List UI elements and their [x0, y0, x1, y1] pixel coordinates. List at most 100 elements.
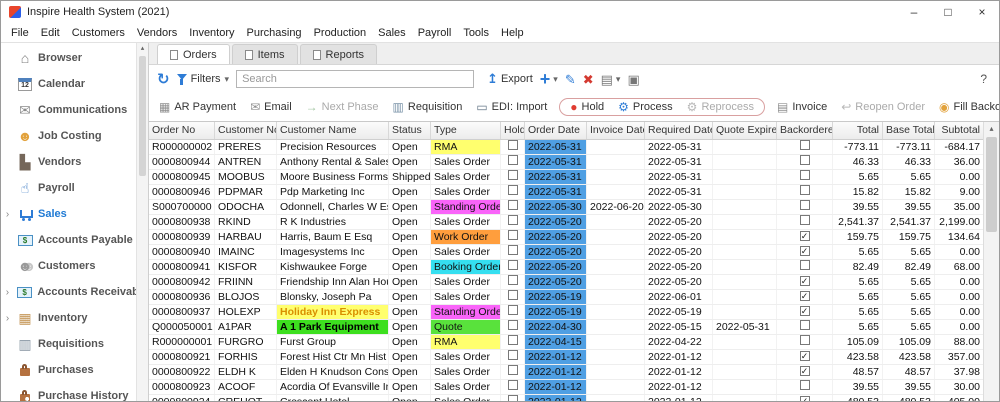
sidebar-scrollbar[interactable]: ▴	[136, 43, 148, 401]
sidebar-item-job-costing[interactable]: ☻ Job Costing	[1, 123, 148, 149]
backordered-checkbox[interactable]	[799, 276, 810, 286]
copy-button[interactable]: ▣	[627, 73, 639, 86]
tab-orders[interactable]: Orders	[157, 44, 230, 64]
backordered-checkbox[interactable]	[799, 246, 810, 256]
hold-checkbox[interactable]	[507, 215, 518, 225]
add-dropdown-caret[interactable]: ▾	[553, 74, 558, 85]
print-dropdown-caret[interactable]: ▾	[616, 74, 621, 85]
hold-checkbox[interactable]	[507, 350, 518, 360]
table-row[interactable]: Q000050001 A1PAR A 1 Park Equipment Open Quo…	[149, 320, 984, 335]
refresh-button[interactable]: ↻	[157, 72, 170, 87]
backordered-checkbox[interactable]	[799, 170, 810, 180]
table-row[interactable]: 0000800921 FORHIS Forest Hist Ctr Mn Hist …	[149, 350, 984, 365]
table-row[interactable]: 0000800936 BLOJOS Blonsky, Joseph Pa Open Sa…	[149, 290, 984, 305]
menu-sales[interactable]: Sales	[372, 25, 412, 41]
sidebar-item-purchases[interactable]: Purchases	[1, 357, 148, 383]
column-header-backordered[interactable]: Backordered	[777, 122, 833, 139]
menu-help[interactable]: Help	[495, 25, 530, 41]
minimize-button[interactable]: –	[897, 1, 931, 23]
menu-payroll[interactable]: Payroll	[412, 25, 458, 41]
menu-file[interactable]: File	[5, 25, 35, 41]
print-button[interactable]: ▤	[601, 73, 613, 86]
table-row[interactable]: 0000800946 PDPMAR Pdp Marketing Inc Open Sal…	[149, 185, 984, 200]
maximize-button[interactable]: □	[931, 1, 965, 23]
add-button[interactable]: +	[540, 70, 551, 88]
hold-checkbox[interactable]	[507, 230, 518, 240]
menu-edit[interactable]: Edit	[35, 25, 66, 41]
column-header-order-no[interactable]: Order No	[149, 122, 215, 139]
scroll-up-icon[interactable]: ▴	[984, 122, 999, 136]
table-row[interactable]: R000000002 PRERES Precision Resources Open R…	[149, 140, 984, 155]
backordered-checkbox[interactable]	[799, 200, 810, 210]
hold-checkbox[interactable]	[507, 260, 518, 270]
sidebar-item-inventory[interactable]: › ▦ Inventory	[1, 305, 148, 331]
hold-checkbox[interactable]	[507, 320, 518, 330]
edi-import-button[interactable]: ▭ EDI: Import	[476, 101, 547, 113]
column-header-hold[interactable]: Hold	[501, 122, 525, 139]
table-row[interactable]: 0000800923 ACOOF Acordia Of Evansville Inc…	[149, 380, 984, 395]
sidebar-item-browser[interactable]: ⌂ Browser	[1, 45, 148, 71]
table-row[interactable]: 0000800938 RKIND R K Industries Open Sales O…	[149, 215, 984, 230]
process-button[interactable]: ⚙ Process	[618, 101, 673, 113]
chevron-right-icon[interactable]: ›	[3, 209, 12, 220]
reopen-order-button[interactable]: ↩ Reopen Order	[841, 101, 925, 113]
table-row[interactable]: S000700000 ODOCHA Odonnell, Charles W Esq O…	[149, 200, 984, 215]
backordered-checkbox[interactable]	[799, 306, 810, 316]
chevron-right-icon[interactable]: ›	[3, 313, 12, 324]
table-row[interactable]: 0000800924CREHOTCrescent HotelOpenSales …	[149, 395, 984, 401]
close-button[interactable]: ×	[965, 1, 999, 23]
tab-items[interactable]: Items	[231, 44, 298, 64]
sidebar-item-accounts-receivable[interactable]: › $ Accounts Receivable	[1, 279, 148, 305]
edit-button[interactable]: ✎	[565, 73, 576, 86]
hold-checkbox[interactable]	[507, 200, 518, 210]
hold-checkbox[interactable]	[507, 290, 518, 300]
hold-checkbox[interactable]	[507, 245, 518, 255]
column-header-invoice-date[interactable]: Invoice Date	[587, 122, 645, 139]
backordered-checkbox[interactable]	[799, 291, 810, 301]
sidebar-item-requisitions[interactable]: ▥ Requisitions	[1, 331, 148, 357]
table-row[interactable]: 0000800937 HOLEXP Holiday Inn Express Open S…	[149, 305, 984, 320]
sidebar-item-purchase-history[interactable]: Purchase History	[1, 383, 148, 401]
column-header-customer-no[interactable]: Customer No.	[215, 122, 277, 139]
column-header-quote-expires[interactable]: Quote Expires	[713, 122, 777, 139]
search-input[interactable]	[236, 70, 475, 88]
backordered-checkbox[interactable]	[799, 351, 810, 361]
backordered-checkbox[interactable]	[799, 320, 810, 330]
table-row[interactable]: 0000800940 IMAINC Imagesystems Inc Open Sale…	[149, 245, 984, 260]
column-header-type[interactable]: Type	[431, 122, 501, 139]
hold-button[interactable]: ● Hold	[570, 101, 604, 113]
hold-checkbox[interactable]	[507, 140, 518, 150]
export-button[interactable]: ↥ Export	[487, 71, 533, 87]
sidebar-item-calendar[interactable]: 12 Calendar	[1, 71, 148, 97]
backordered-checkbox[interactable]	[799, 185, 810, 195]
hold-checkbox[interactable]	[507, 395, 518, 401]
tab-reports[interactable]: Reports	[299, 44, 378, 64]
vertical-scrollbar[interactable]: ▴	[983, 122, 999, 401]
backordered-checkbox[interactable]	[799, 396, 810, 401]
ar-payment-button[interactable]: ▦ AR Payment	[159, 101, 236, 113]
help-button[interactable]: ?	[980, 72, 991, 86]
menu-vendors[interactable]: Vendors	[131, 25, 183, 41]
email-button[interactable]: ✉ Email	[250, 101, 292, 113]
column-header-total[interactable]: Total	[833, 122, 883, 139]
backordered-checkbox[interactable]	[799, 155, 810, 165]
column-header-base-total[interactable]: Base Total	[883, 122, 935, 139]
hold-checkbox[interactable]	[507, 335, 518, 345]
hold-checkbox[interactable]	[507, 185, 518, 195]
backordered-checkbox[interactable]	[799, 140, 810, 150]
sidebar-item-vendors[interactable]: ▙ Vendors	[1, 149, 148, 175]
table-row[interactable]: 0000800922ELDH KElden H Knudson Constrct…	[149, 365, 984, 380]
backordered-checkbox[interactable]	[799, 335, 810, 345]
table-row[interactable]: 0000800945 MOOBUS Moore Business Forms Ship…	[149, 170, 984, 185]
backordered-checkbox[interactable]	[799, 231, 810, 241]
hold-checkbox[interactable]	[507, 380, 518, 390]
scrollbar-thumb[interactable]	[986, 137, 997, 232]
menu-customers[interactable]: Customers	[66, 25, 131, 41]
table-row[interactable]: 0000800941 KISFOR Kishwaukee Forge Open Book…	[149, 260, 984, 275]
sidebar-item-communications[interactable]: ✉ Communications	[1, 97, 148, 123]
table-row[interactable]: R000000001 FURGRO Furst Group Open RMA 2022-0…	[149, 335, 984, 350]
menu-inventory[interactable]: Inventory	[183, 25, 240, 41]
backordered-checkbox[interactable]	[799, 366, 810, 376]
menu-purchasing[interactable]: Purchasing	[241, 25, 308, 41]
fill-backorders-button[interactable]: ◉ Fill Backorders	[939, 101, 999, 113]
